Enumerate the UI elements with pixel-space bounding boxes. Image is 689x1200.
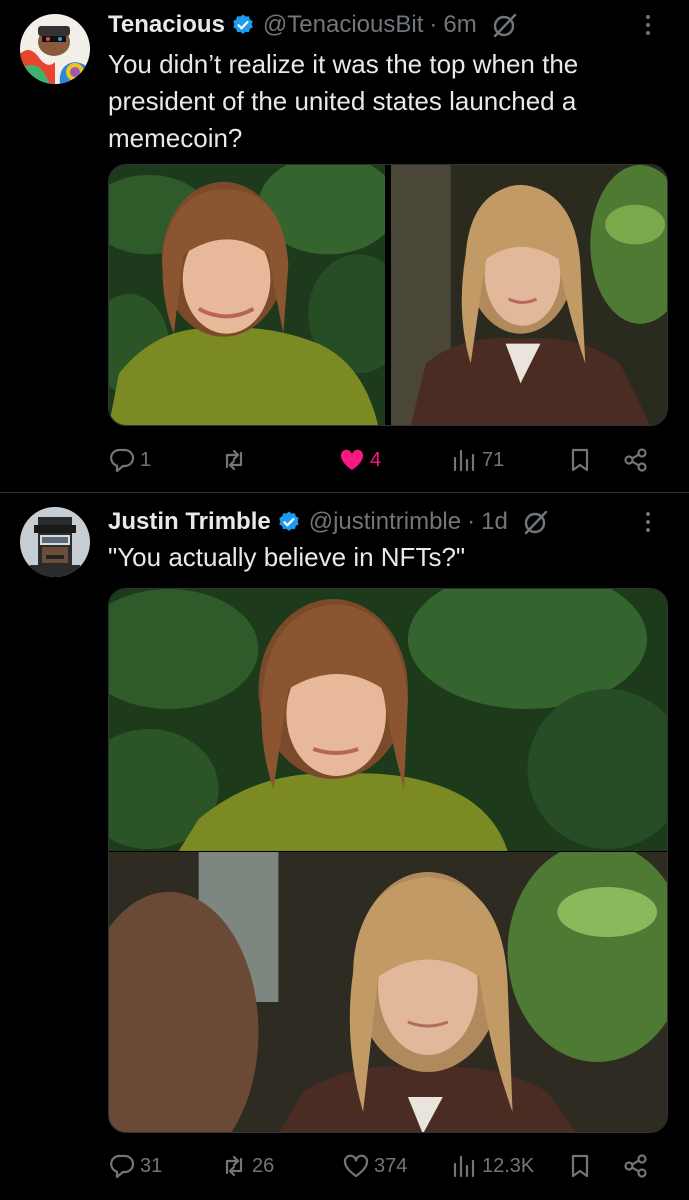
tweet-1[interactable]: Tenacious @TenaciousBit · 6m You didn’t …	[0, 0, 689, 493]
repost-button[interactable]: 26	[220, 1149, 274, 1183]
verified-badge-icon	[231, 13, 255, 37]
tweet-text: "You actually believe in NFTs?"	[108, 542, 466, 572]
repost-icon	[225, 449, 243, 471]
views-count: 12.3K	[482, 1154, 535, 1177]
like-count: 4	[370, 448, 382, 471]
media-image-left[interactable]	[109, 165, 385, 425]
author-name[interactable]: Tenacious	[108, 11, 225, 39]
reply-count: 1	[140, 448, 152, 471]
more-options-icon[interactable]	[635, 509, 661, 535]
reply-icon	[110, 448, 135, 473]
views-icon	[453, 449, 475, 472]
grok-icon[interactable]	[491, 11, 519, 39]
bookmark-button[interactable]	[566, 1149, 594, 1183]
share-button[interactable]	[622, 1149, 650, 1183]
tweet-header: Justin Trimble @justintrimble · 1d	[108, 507, 669, 537]
views-count: 71	[482, 448, 505, 471]
media-image-top[interactable]	[109, 589, 667, 851]
tweet-media[interactable]	[108, 588, 668, 1133]
views-button[interactable]: 71	[450, 443, 504, 477]
views-button[interactable]: 12.3K	[450, 1149, 534, 1183]
like-count: 374	[374, 1154, 408, 1177]
media-image-right[interactable]	[391, 165, 667, 425]
tweet-media[interactable]	[108, 164, 668, 426]
tweet-text: You didn’t realize it was the top when t…	[108, 49, 579, 153]
share-icon	[624, 1154, 647, 1178]
repost-button[interactable]	[220, 443, 252, 477]
repost-icon	[225, 1155, 243, 1177]
bookmark-button[interactable]	[566, 443, 594, 477]
tweet-header: Tenacious @TenaciousBit · 6m	[108, 10, 669, 40]
tweet-2[interactable]: Justin Trimble @justintrimble · 1d "You …	[0, 493, 689, 1200]
reply-button[interactable]: 31	[108, 1149, 162, 1183]
separator-dot: ·	[467, 508, 476, 535]
tweet-actions: 1 4 71	[108, 443, 668, 477]
more-options-icon[interactable]	[635, 12, 661, 38]
avatar-justintrimble[interactable]	[20, 507, 90, 577]
media-image-bottom[interactable]	[109, 852, 667, 1132]
tweet-actions: 31 26 374 12.3K	[108, 1149, 668, 1183]
verified-badge-icon	[277, 510, 301, 534]
heart-filled-icon	[340, 449, 364, 470]
reply-button[interactable]: 1	[108, 443, 151, 477]
views-icon	[453, 1155, 475, 1178]
author-handle[interactable]: @TenaciousBit	[263, 11, 423, 39]
like-button[interactable]: 374	[342, 1149, 407, 1183]
heart-icon	[343, 1154, 369, 1178]
avatar-tenacious[interactable]	[20, 14, 90, 84]
share-button[interactable]	[622, 443, 650, 477]
timestamp[interactable]: 1d	[481, 508, 508, 536]
bookmark-icon	[571, 1154, 589, 1178]
reply-icon	[110, 1154, 135, 1179]
separator-dot: ·	[429, 11, 438, 38]
author-name[interactable]: Justin Trimble	[108, 508, 271, 536]
reply-count: 31	[140, 1154, 163, 1177]
share-icon	[624, 448, 647, 472]
repost-count: 26	[252, 1154, 275, 1177]
author-handle[interactable]: @justintrimble	[309, 508, 461, 536]
timestamp[interactable]: 6m	[443, 11, 476, 39]
like-button[interactable]: 4	[338, 443, 381, 477]
bookmark-icon	[571, 448, 589, 472]
grok-icon[interactable]	[522, 508, 550, 536]
